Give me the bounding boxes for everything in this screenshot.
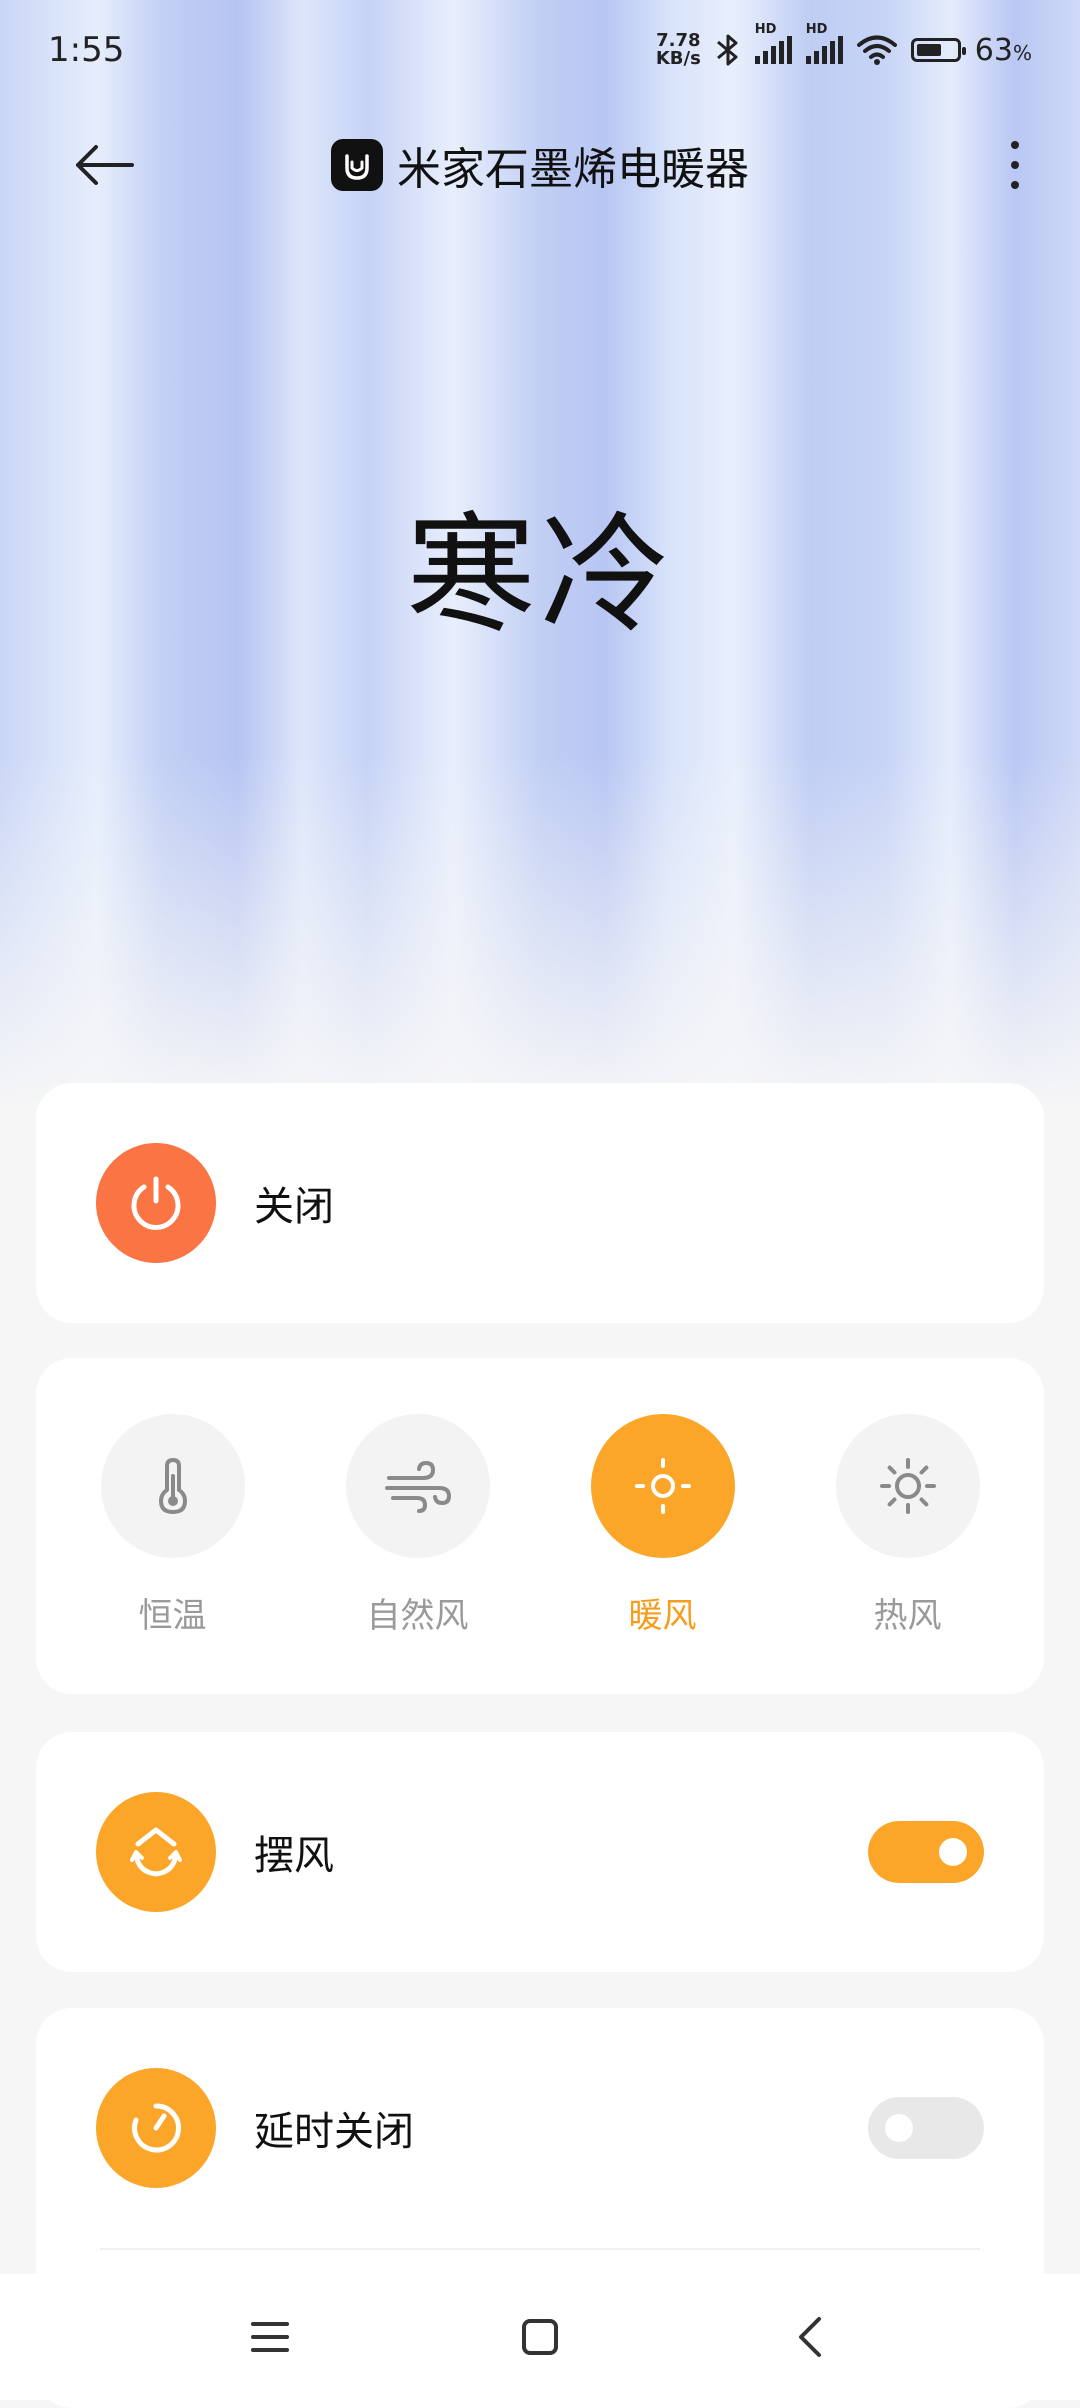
sun-icon [879, 1458, 936, 1514]
network-speed: 7.78 KB/s [655, 30, 701, 69]
modes-card: 恒温 自然风 暖风 热风 [36, 1358, 1044, 1694]
status-icons: 7.78 KB/s HD HD 63% [655, 22, 1032, 69]
power-button[interactable] [96, 1143, 216, 1263]
title-wrap: 米家石墨烯电暖器 [331, 133, 749, 197]
timer-icon [132, 2103, 181, 2153]
power-icon [131, 1176, 181, 1230]
arrow-left-icon [76, 145, 134, 185]
status-time: 1:55 [48, 30, 125, 70]
mode-constant-temp[interactable]: 恒温 [73, 1414, 273, 1637]
mode-label: 热风 [873, 1596, 942, 1636]
nav-back-button[interactable] [780, 2307, 840, 2367]
dot-icon [1011, 141, 1019, 149]
signal-1: HD [754, 22, 792, 64]
signal-bars-icon [805, 36, 843, 64]
mode-label: 恒温 [138, 1596, 207, 1636]
mode-label: 暖风 [628, 1596, 697, 1636]
toggle-knob [939, 1838, 967, 1866]
swing-toggle[interactable] [868, 1821, 984, 1883]
back-button[interactable] [70, 135, 140, 195]
mode-button[interactable] [345, 1414, 490, 1558]
dot-icon [1011, 181, 1019, 189]
divider [100, 2248, 980, 2250]
timer-toggle[interactable] [868, 2097, 984, 2159]
timer-label: 延时关闭 [254, 2109, 414, 2155]
power-card: 关闭 [36, 1083, 1044, 1323]
power-label: 关闭 [254, 1184, 334, 1230]
mode-button[interactable] [100, 1414, 245, 1558]
mode-warm-air[interactable]: 暖风 [563, 1414, 763, 1637]
battery-icon [910, 38, 966, 62]
bluetooth-icon [716, 34, 738, 66]
more-options-button[interactable] [990, 130, 1040, 200]
thermometer-icon [158, 1458, 187, 1514]
mode-label: 自然风 [366, 1596, 469, 1636]
dot-icon [1011, 161, 1019, 169]
toggle-knob [885, 2114, 913, 2142]
signal-2: HD [805, 22, 843, 64]
mode-button[interactable] [835, 1414, 980, 1558]
power-row[interactable]: 关闭 [36, 1083, 1044, 1323]
signal-bars-icon [754, 36, 792, 64]
timer-row: 延时关闭 [36, 2008, 1044, 2248]
mode-natural-wind[interactable]: 自然风 [318, 1414, 518, 1637]
sun-small-icon [634, 1458, 691, 1514]
swing-card: 摆风 [36, 1732, 1044, 1972]
swing-row: 摆风 [36, 1732, 1044, 1972]
menu-button[interactable] [240, 2307, 300, 2367]
system-nav-bar [0, 2274, 1080, 2400]
wind-icon [384, 1460, 451, 1513]
device-status-text: 寒冷 [405, 499, 674, 651]
battery-percent: 63% [974, 32, 1032, 68]
menu-icon [251, 2322, 289, 2352]
swing-icon-circle [96, 1792, 216, 1912]
page-title: 米家石墨烯电暖器 [397, 144, 749, 195]
status-bar: 1:55 7.78 KB/s HD HD 63% [0, 0, 1080, 100]
mode-selector: 恒温 自然风 暖风 热风 [36, 1414, 1044, 1637]
wifi-icon [856, 35, 897, 65]
timer-icon-circle [96, 2068, 216, 2188]
chevron-left-icon [799, 2317, 821, 2357]
mijia-logo-icon [331, 139, 383, 191]
swing-label: 摆风 [254, 1833, 334, 1879]
square-icon [522, 2319, 558, 2355]
home-button[interactable] [510, 2307, 570, 2367]
app-bar: 米家石墨烯电暖器 [0, 110, 1080, 220]
mode-button[interactable] [590, 1414, 735, 1558]
mode-hot-air[interactable]: 热风 [808, 1414, 1008, 1637]
swing-icon [130, 1827, 182, 1877]
